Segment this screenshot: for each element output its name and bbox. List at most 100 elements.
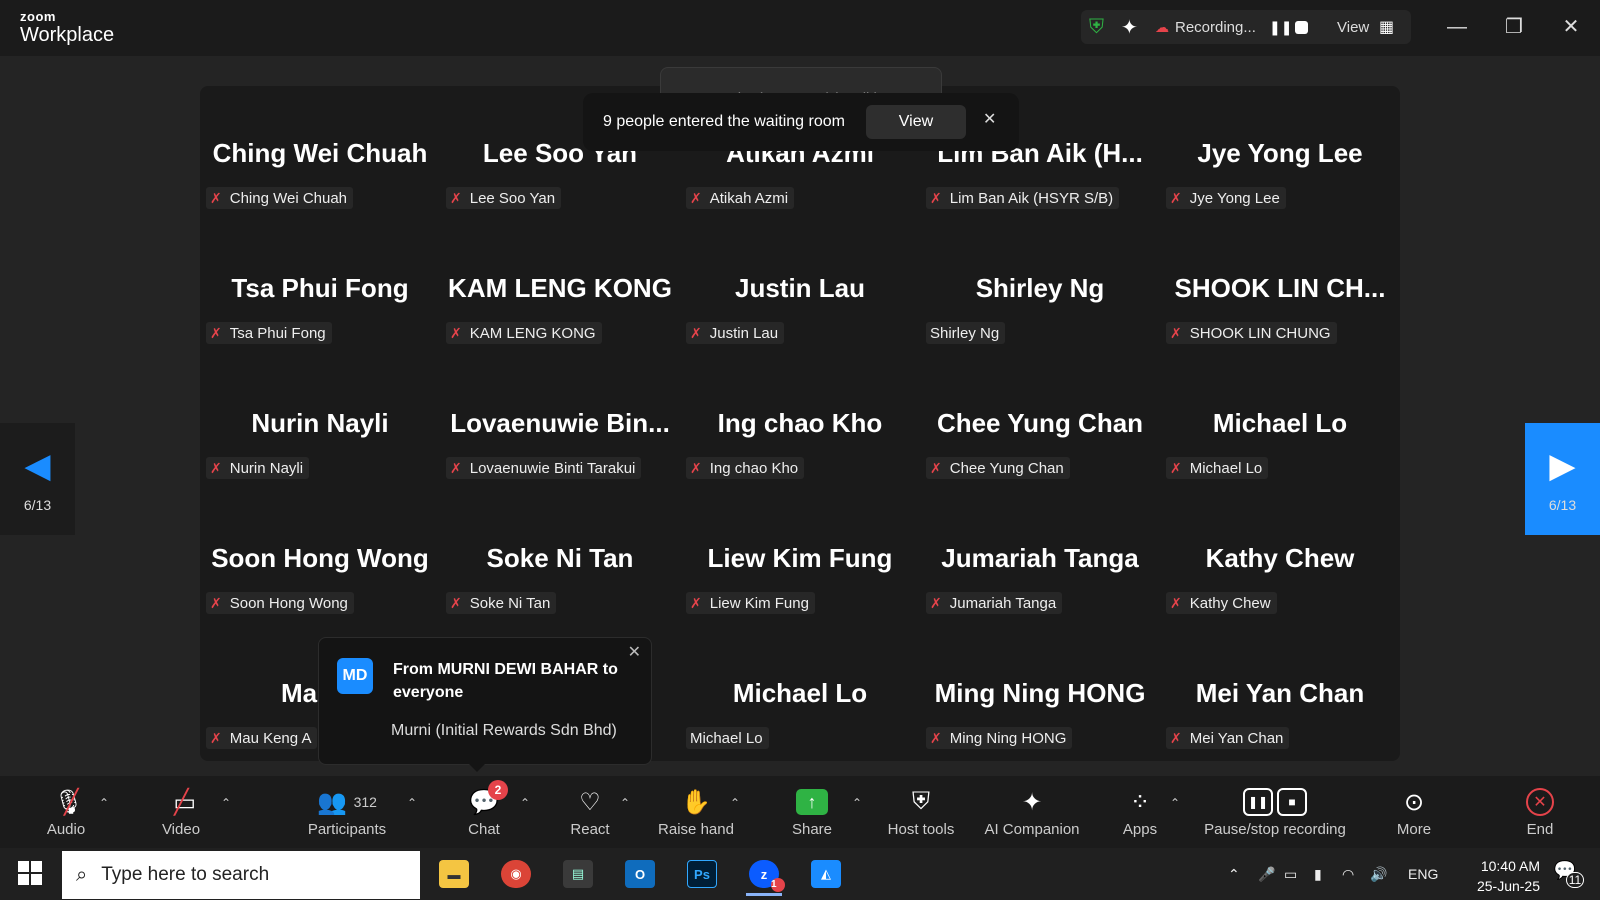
pause-stop-recording-button[interactable]: ❚❚ ■ Pause/stop recording — [1200, 786, 1350, 842]
grid-view-icon[interactable]: ▦ — [1379, 10, 1394, 44]
windows-start-icon[interactable] — [18, 861, 42, 885]
brand-bottom: Workplace — [20, 24, 115, 46]
taskbar-search[interactable]: ⌕ Type here to search — [62, 851, 420, 899]
host-tools-button[interactable]: ⛨ Host tools — [880, 786, 962, 842]
raise-hand-button[interactable]: ✋ Raise hand — [656, 786, 736, 842]
participant-tile[interactable]: Michael Lo ✗ Michael Lo — [1160, 356, 1400, 491]
mic-muted-icon: ✗ — [690, 459, 702, 476]
participant-tile[interactable]: Mei Yan Chan ✗ Mei Yan Chan — [1160, 626, 1400, 761]
minimize-icon[interactable]: — — [1442, 12, 1472, 42]
popup-pointer — [469, 764, 485, 772]
participant-tile[interactable]: SHOOK LIN CH... ✗ SHOOK LIN CHUNG — [1160, 221, 1400, 356]
raise-hand-options-caret-icon[interactable]: ⌃ — [730, 796, 740, 810]
show-hidden-icons-chevron-icon[interactable]: ⌃ — [1228, 848, 1240, 900]
end-call-icon: ✕ — [1526, 788, 1554, 816]
participant-tile[interactable]: Soon Hong Wong ✗ Soon Hong Wong — [200, 491, 440, 626]
view-waiting-room-button[interactable]: View — [866, 105, 966, 139]
participant-name-text: Michael Lo — [1189, 459, 1263, 477]
participant-tile[interactable]: Tsa Phui Fong ✗ Tsa Phui Fong — [200, 221, 440, 356]
previous-page-button[interactable]: ◀ 6/13 — [0, 423, 75, 535]
apps-options-caret-icon[interactable]: ⌃ — [1170, 796, 1180, 810]
react-options-caret-icon[interactable]: ⌃ — [620, 796, 630, 810]
close-window-icon[interactable]: ✕ — [1556, 12, 1586, 42]
zoom-notification-badge: 1 — [771, 878, 785, 892]
audio-button[interactable]: 🎙 ╱ Audio — [38, 786, 94, 842]
wifi-icon[interactable]: ◠ — [1342, 848, 1354, 900]
participant-tile[interactable]: Ing chao Kho ✗ Ing chao Kho — [680, 356, 920, 491]
chat-options-caret-icon[interactable]: ⌃ — [520, 796, 530, 810]
participant-name-text: Jumariah Tanga — [949, 594, 1057, 612]
video-options-caret-icon[interactable]: ⌃ — [221, 796, 231, 810]
participant-tile[interactable]: Lovaenuwie Bin... ✗ Lovaenuwie Binti Tarak… — [440, 356, 680, 491]
photoshop-icon[interactable]: Ps — [678, 852, 726, 896]
more-button[interactable]: ⊙ More — [1386, 786, 1442, 842]
mic-muted-icon: ✗ — [210, 594, 222, 611]
battery-icon[interactable]: ▮ — [1314, 848, 1322, 900]
share-label: Share — [791, 821, 833, 838]
mic-muted-icon: ✗ — [1170, 459, 1182, 476]
restore-icon[interactable]: ❐ — [1499, 12, 1529, 42]
share-button[interactable]: ↑ Share — [784, 786, 840, 842]
participant-tile[interactable]: Nurin Nayli ✗ Nurin Nayli — [200, 356, 440, 491]
participant-name-text: Ming Ning HONG — [949, 729, 1067, 747]
participant-tile[interactable]: Chee Yung Chan ✗ Chee Yung Chan — [920, 356, 1160, 491]
view-button[interactable]: View — [1337, 10, 1369, 44]
participant-name-text: Shirley Ng — [930, 324, 1000, 342]
windows-taskbar: ⌕ Type here to search ▬ ◉ ▤ O Ps z1 ◭ ⌃ … — [0, 848, 1600, 900]
ai-companion-button[interactable]: ✦ AI Companion — [980, 786, 1084, 842]
participants-count: 312 — [353, 794, 377, 810]
search-icon: ⌕ — [76, 863, 88, 886]
end-button[interactable]: ✕ End — [1512, 786, 1568, 842]
participant-name-label: ✗ Ming Ning HONG — [926, 727, 1073, 749]
participant-tile[interactable]: Ming Ning HONG ✗ Ming Ning HONG — [920, 626, 1160, 761]
file-explorer-icon[interactable]: ▬ — [430, 852, 478, 896]
system-clock[interactable]: 10:40 AM 25-Jun-25 — [1448, 856, 1540, 896]
zoom-taskbar-icon[interactable]: z1 — [740, 852, 788, 896]
brand-top: zoom — [20, 9, 56, 24]
participants-button[interactable]: 👥 312 Participants — [300, 786, 394, 842]
share-options-caret-icon[interactable]: ⌃ — [852, 796, 862, 810]
network-app-icon[interactable]: ▤ — [554, 852, 602, 896]
next-page-button[interactable]: ▶ 6/13 — [1525, 423, 1600, 535]
participant-tile[interactable]: Jumariah Tanga ✗ Jumariah Tanga — [920, 491, 1160, 626]
language-indicator[interactable]: ENG — [1408, 848, 1438, 900]
participant-tile[interactable]: Shirley Ng Shirley Ng — [920, 221, 1160, 356]
participant-tile[interactable]: Soke Ni Tan ✗ Soke Ni Tan — [440, 491, 680, 626]
audio-options-caret-icon[interactable]: ⌃ — [99, 796, 109, 810]
participant-name-label: ✗ Ing chao Kho — [686, 457, 805, 479]
share-icon-wrap: ↑ — [784, 786, 840, 818]
stop-recording-icon[interactable] — [1295, 10, 1308, 44]
react-button[interactable]: ♡ React — [562, 786, 618, 842]
volume-icon[interactable]: 🔊 — [1370, 848, 1387, 900]
chat-message-popup[interactable]: MD From MURNI DEWI BAHAR to everyone Mur… — [318, 637, 652, 772]
participant-tile[interactable]: Ching Wei Chuah ✗ Ching Wei Chuah — [200, 86, 440, 221]
ai-sparkle-icon[interactable]: ✦ — [1121, 10, 1138, 44]
video-button[interactable]: ▭ ╱ Video — [153, 786, 209, 842]
participant-tile[interactable]: KAM LENG KONG ✗ KAM LENG KONG — [440, 221, 680, 356]
close-popup-icon[interactable]: ✕ — [628, 642, 641, 662]
close-notification-icon[interactable]: ✕ — [983, 109, 996, 129]
chat-button[interactable]: 💬 2 Chat — [456, 780, 512, 842]
display-tray-icon[interactable]: ▭ — [1284, 848, 1297, 900]
participant-tile[interactable]: Jye Yong Lee ✗ Jye Yong Lee — [1160, 86, 1400, 221]
security-shield-icon[interactable]: ⛨ — [1089, 10, 1104, 44]
clock-date: 25-Jun-25 — [1476, 878, 1540, 894]
chrome-icon[interactable]: ◉ — [492, 852, 540, 896]
microphone-tray-icon[interactable]: 🎤 — [1258, 848, 1275, 900]
participants-options-caret-icon[interactable]: ⌃ — [407, 796, 417, 810]
audio-label: Audio — [46, 821, 86, 838]
outlook-icon[interactable]: O — [616, 852, 664, 896]
participant-tile[interactable]: Liew Kim Fung ✗ Liew Kim Fung — [680, 491, 920, 626]
photos-app-icon[interactable]: ◭ — [802, 852, 850, 896]
arrow-right-icon: ▶ — [1549, 447, 1576, 485]
chat-icon: 💬 2 — [456, 780, 512, 818]
apps-button[interactable]: ⁘ Apps — [1112, 786, 1168, 842]
notification-center-icon[interactable]: 💬 11 — [1550, 860, 1584, 888]
mic-muted-icon: ✗ — [450, 189, 462, 206]
participant-tile[interactable]: Kathy Chew ✗ Kathy Chew — [1160, 491, 1400, 626]
participant-name-text: Michael Lo — [690, 729, 763, 747]
pause-recording-icon[interactable]: ❚❚ — [1269, 10, 1292, 44]
participant-tile[interactable]: Justin Lau ✗ Justin Lau — [680, 221, 920, 356]
pause-stop-label: Pause/stop recording — [1204, 821, 1346, 838]
participant-tile[interactable]: Michael Lo Michael Lo — [680, 626, 920, 761]
